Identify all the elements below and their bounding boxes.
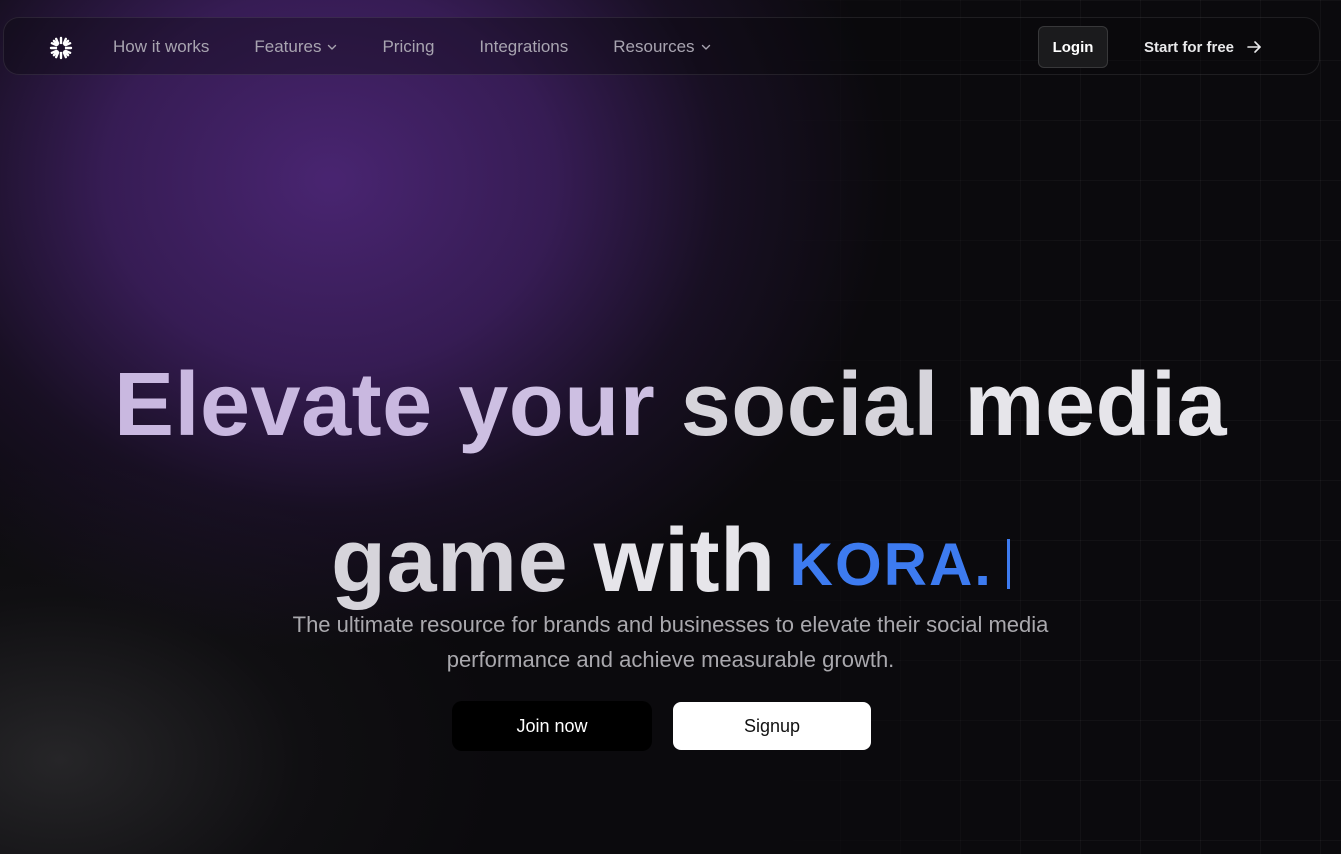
login-button[interactable]: Login	[1038, 26, 1108, 68]
subtitle-line: The ultimate resource for brands and bus…	[292, 612, 1049, 637]
sunburst-logo-icon[interactable]	[48, 35, 74, 61]
nav-link-label: Pricing	[382, 37, 435, 56]
nav-link-label: How it works	[113, 37, 210, 56]
start-for-free-button[interactable]: Start for free	[1144, 26, 1262, 68]
nav-links: How it works Features Pricing Integratio…	[113, 18, 756, 76]
brand-name: KORA.	[789, 531, 993, 599]
headline-word: media	[964, 355, 1228, 456]
headline-word: social	[680, 355, 939, 456]
hero-headline-line-2: game with KORA.	[0, 516, 1341, 606]
hero-subtitle: The ultimate resource for brands and bus…	[0, 607, 1341, 677]
nav-link-label: Resources	[613, 37, 695, 56]
top-navbar: How it works Features Pricing Integratio…	[3, 17, 1320, 75]
landing-page: How it works Features Pricing Integratio…	[0, 0, 1341, 854]
subtitle-line: performance and achieve measurable growt…	[446, 647, 895, 672]
nav-link-pricing[interactable]: Pricing	[382, 37, 434, 57]
headline-word: Elevate	[113, 355, 433, 456]
signup-button[interactable]: Signup	[673, 702, 871, 750]
headline-word: your	[458, 355, 656, 456]
start-for-free-label: Start for free	[1144, 38, 1235, 56]
headline-word: with	[593, 511, 776, 612]
headline-word: game	[331, 511, 569, 612]
nav-link-integrations[interactable]: Integrations	[479, 37, 568, 57]
nav-link-label: Features	[254, 37, 322, 56]
nav-link-features[interactable]: Features	[254, 37, 337, 57]
nav-link-resources[interactable]: Resources	[613, 37, 710, 57]
hero-headline-line-1: Elevate your social media	[0, 360, 1341, 450]
nav-link-how-it-works[interactable]: How it works	[113, 37, 209, 57]
join-now-button[interactable]: Join now	[452, 701, 652, 751]
arrow-right-icon	[1247, 41, 1261, 53]
chevron-down-icon	[328, 44, 337, 50]
typing-cursor	[1006, 539, 1010, 590]
chevron-down-icon	[701, 44, 710, 50]
nav-link-label: Integrations	[479, 37, 569, 56]
